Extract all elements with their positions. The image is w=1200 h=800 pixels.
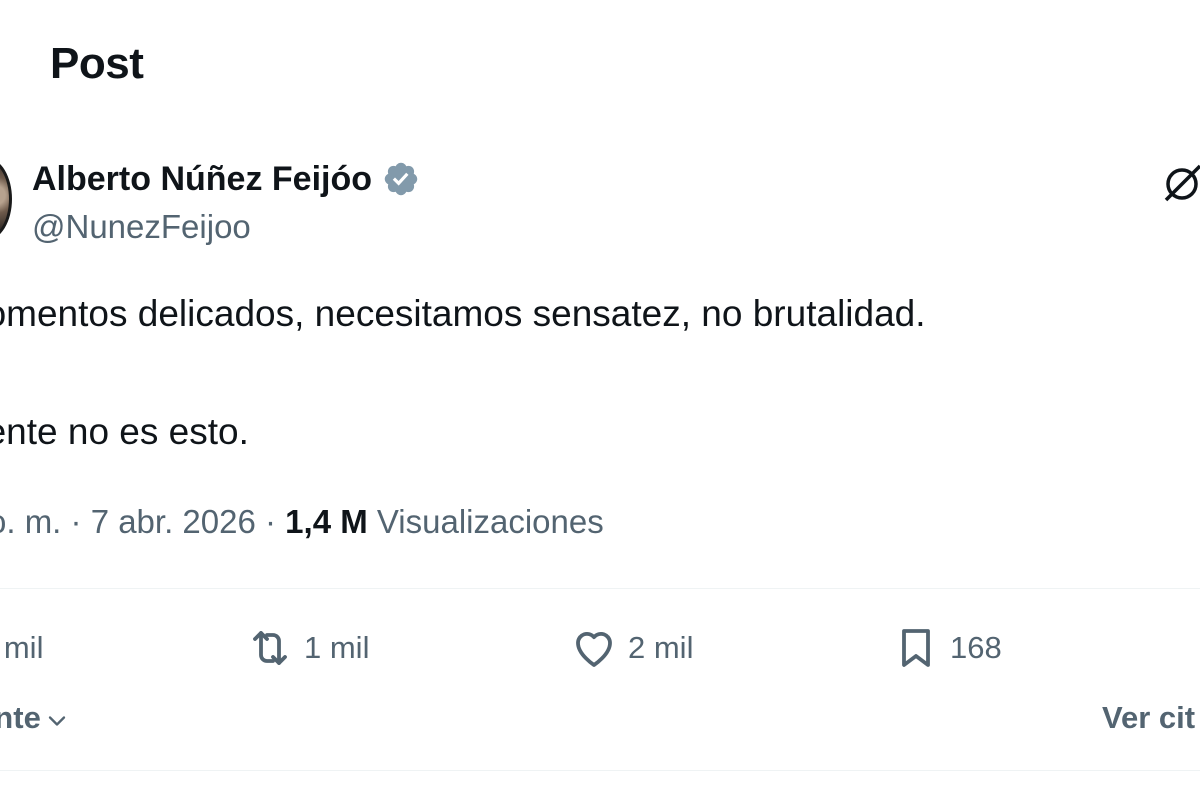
like-button[interactable]: 2 mil [570,618,693,678]
avatar[interactable] [0,158,12,240]
post-time[interactable]: o. m. [0,503,61,540]
repost-button[interactable]: 1 mil [246,618,369,678]
reply-sort-label: rante [0,700,41,735]
meta-separator: · [61,503,91,540]
page-title: Post [50,39,144,88]
heart-icon [576,631,612,667]
bookmark-button[interactable]: 168 [892,618,1002,678]
bookmark-count: 168 [950,630,1002,665]
bookmark-icon [902,629,930,667]
grok-icon[interactable] [1160,162,1200,206]
author-handle[interactable]: @NunezFeijoo [32,207,251,247]
meta-separator: · [255,503,286,540]
post-meta: o. m. · 7 abr. 2026 · 1,4 M Visualizacio… [0,500,604,544]
post-page: Post Alberto Núñez Feijóo @NunezFeijoo n… [0,0,1200,800]
author-name[interactable]: Alberto Núñez Feijóo [32,158,372,200]
reply-sort-dropdown[interactable]: rante [0,700,71,736]
post-text-line: dente no es esto. [0,411,249,452]
divider [0,588,1200,589]
views-label: Visualizaciones [367,503,604,540]
action-bar: 3 mil 1 mil 2 mil 168 [0,618,1200,678]
post-date[interactable]: 7 abr. 2026 [91,503,256,540]
post-text-line: nomentos delicados, necesitamos sensatez… [0,293,926,334]
chevron-down-icon [48,716,65,726]
views-count: 1,4 M [285,503,368,540]
like-count: 2 mil [628,630,694,665]
reply-count: 3 mil [0,630,44,665]
repost-icon [253,631,287,665]
view-quotes-link[interactable]: Ver cit [1102,700,1195,736]
reply-button[interactable]: 3 mil [0,618,43,678]
author-name-row[interactable]: Alberto Núñez Feijóo [32,158,420,200]
verified-badge-icon [384,162,418,196]
divider [0,770,1200,771]
repost-count: 1 mil [304,630,370,665]
